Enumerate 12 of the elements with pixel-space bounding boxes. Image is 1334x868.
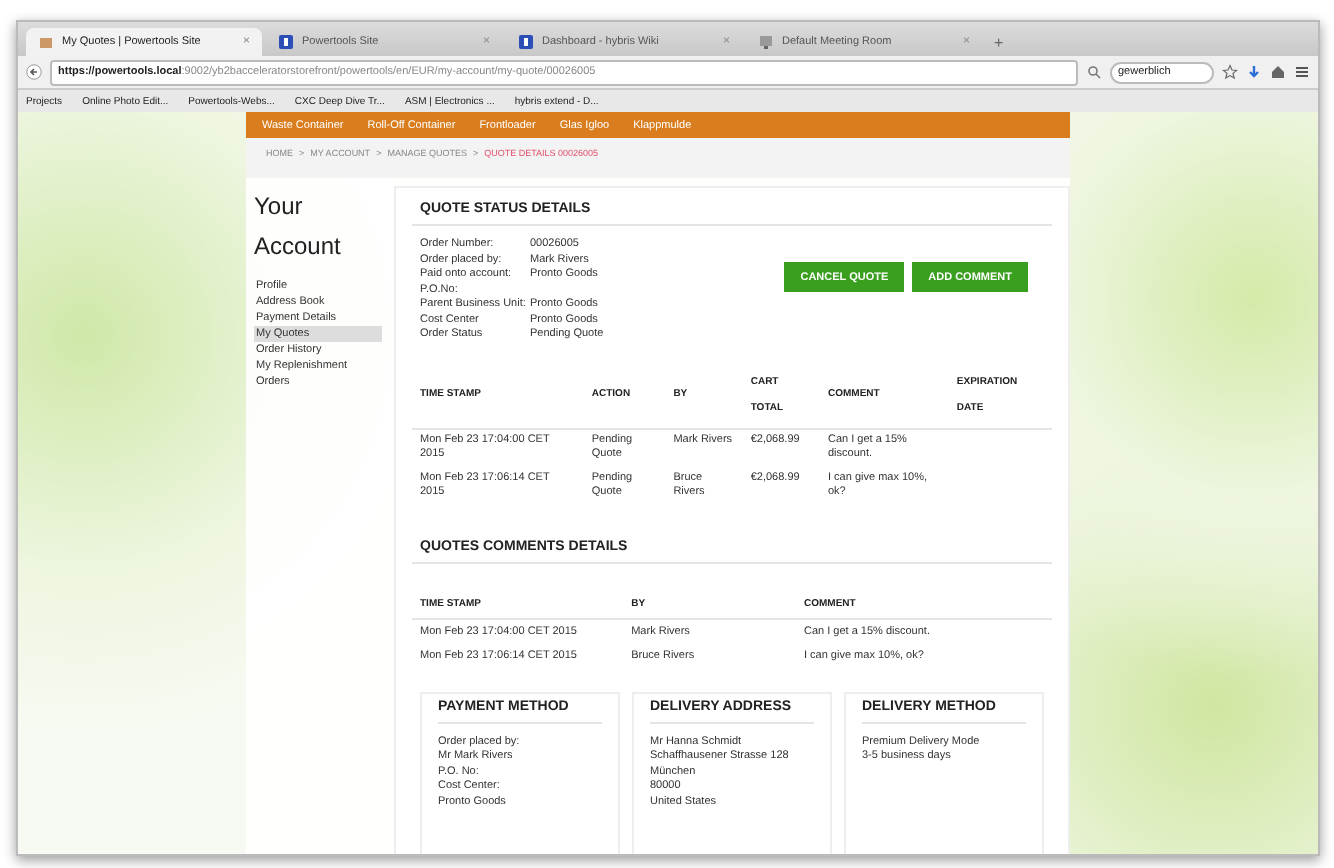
download-icon[interactable] [1246, 64, 1262, 80]
star-icon[interactable] [1222, 64, 1238, 80]
sidebar-title: Your Account [254, 190, 343, 264]
braces-icon [278, 34, 294, 50]
search-icon [1086, 64, 1102, 80]
monitor-icon [758, 34, 774, 50]
home-icon[interactable] [1270, 64, 1286, 80]
new-tab-button[interactable]: + [986, 34, 1012, 56]
menu-icon[interactable] [1294, 64, 1310, 80]
back-icon[interactable] [26, 64, 42, 80]
page-icon [38, 34, 54, 50]
braces-icon [518, 34, 534, 50]
